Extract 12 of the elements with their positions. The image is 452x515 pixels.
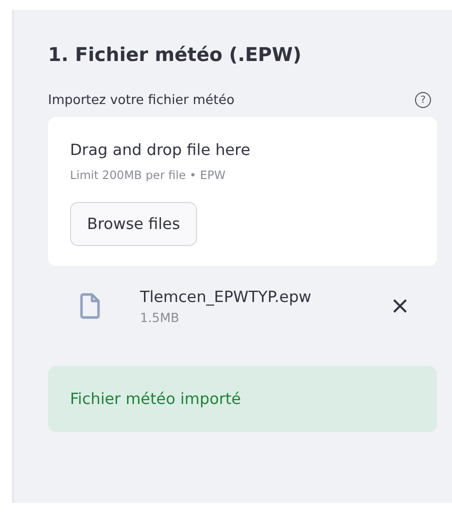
file-size: 1.5MB bbox=[140, 310, 180, 324]
dropzone-hint: Limit 200MB per file • EPW bbox=[70, 168, 227, 182]
dropzone[interactable]: Drag and drop file here Limit 200MB per file • EPW Browse files bbox=[48, 117, 437, 266]
help-icon[interactable]: ? bbox=[415, 92, 431, 108]
uploader-label: Importez votre fichier météo bbox=[48, 92, 234, 108]
alert-text: Fichier météo importé bbox=[70, 390, 241, 408]
dropzone-title: Drag and drop file here bbox=[70, 141, 252, 159]
close-icon[interactable] bbox=[393, 299, 407, 313]
browse-button[interactable]: Browse files bbox=[70, 202, 198, 246]
section-title: 1. Fichier météo (.EPW) bbox=[48, 44, 302, 66]
file-name: Tlemcen_EPWTYP.epw bbox=[140, 288, 312, 306]
file-icon bbox=[80, 293, 100, 319]
